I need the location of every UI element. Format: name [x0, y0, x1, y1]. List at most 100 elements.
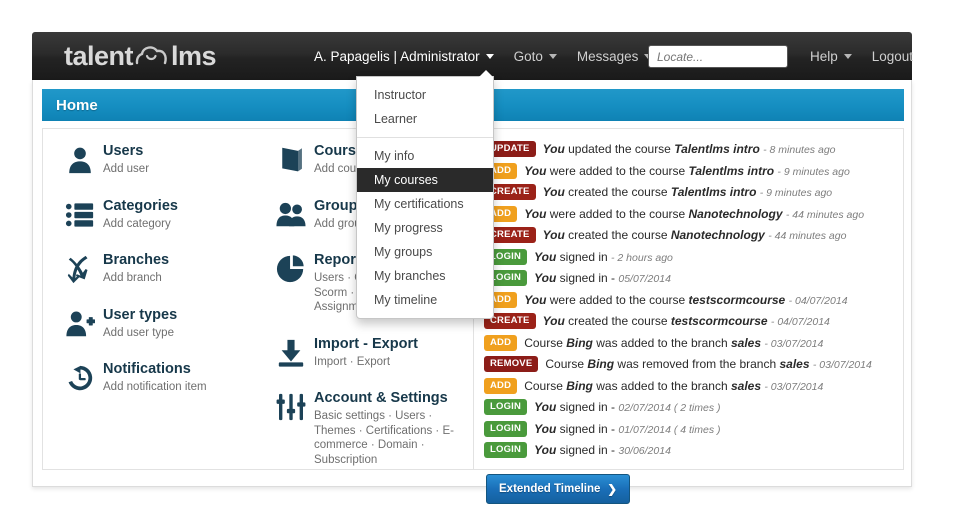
menu-entry-title[interactable]: Branches — [103, 252, 169, 269]
user-plus-icon — [57, 307, 103, 339]
dropdown-item-my-groups[interactable]: My groups — [357, 240, 493, 264]
timeline-object[interactable]: Talentlms intro — [689, 164, 775, 178]
timeline-row: LOGIN You signed in - 01/07/2014 ( 4 time… — [484, 420, 903, 437]
user-icon — [57, 143, 103, 175]
timeline-text: You signed in - 05/07/2014 — [534, 271, 671, 285]
dropdown-item-instructor[interactable]: Instructor — [357, 83, 493, 107]
timeline-row: CREATE You created the course Nanotechnol… — [484, 227, 903, 243]
timeline-badge: REMOVE — [484, 356, 539, 372]
book-icon — [268, 143, 314, 175]
menu-entry-account-settings[interactable]: Account & Settings Basic settings · Users… — [268, 390, 473, 467]
timeline-list: UPDATE You updated the course Talentlms i… — [484, 141, 903, 458]
timeline-actor: You — [542, 185, 565, 199]
nav-user-menu[interactable]: A. Papagelis | Administrator — [304, 32, 504, 80]
nav-user-menu-label: A. Papagelis | Administrator — [314, 48, 480, 64]
nav-goto[interactable]: Goto — [504, 32, 567, 80]
menu-entry-branches[interactable]: Branches Add branch — [57, 252, 258, 286]
menu-entry-title[interactable]: Notifications — [103, 361, 207, 378]
top-navigation-bar: talent lms A. Papagelis | Administrator … — [32, 32, 913, 80]
nav-help-label: Help — [810, 48, 838, 64]
timeline-object[interactable]: testscormcourse — [689, 293, 786, 307]
timeline-badge: LOGIN — [484, 420, 528, 437]
nav-logout[interactable]: Logout — [862, 32, 923, 80]
dropdown-item-my-branches[interactable]: My branches — [357, 264, 493, 288]
timeline-actor: Bing — [587, 357, 615, 371]
menu-entry-title[interactable]: Account & Settings — [314, 390, 464, 407]
menu-entry-title[interactable]: User types — [103, 307, 177, 324]
dropdown-item-my-info[interactable]: My info — [357, 144, 493, 168]
timeline-text: You signed in - 2 hours ago — [534, 249, 673, 264]
menu-entry-import-export[interactable]: Import - Export Import · Export — [268, 336, 473, 370]
clock-history-icon — [57, 361, 103, 393]
group-icon — [268, 198, 314, 230]
menu-entry-sublinks[interactable]: Add category — [103, 217, 178, 232]
dropdown-item-my-timeline[interactable]: My timeline — [357, 288, 493, 312]
timeline-row: ADD You were added to the course Talentlm… — [484, 162, 903, 179]
brand-logo[interactable]: talent lms — [64, 41, 217, 72]
menu-entry-title[interactable]: Categories — [103, 198, 178, 215]
menu-entry-sublinks[interactable]: Add branch — [103, 271, 169, 286]
menu-entry-text: User types Add user type — [103, 307, 177, 341]
timeline-text: You signed in - 02/07/2014 ( 2 times ) — [534, 400, 721, 414]
nav-help[interactable]: Help — [800, 32, 862, 80]
nav-messages-label: Messages — [576, 48, 639, 64]
timeline-actor: You — [534, 400, 557, 414]
menu-entry-sublinks[interactable]: Import · Export — [314, 355, 418, 370]
timeline-object[interactable]: Talentlms intro — [674, 142, 760, 156]
timeline-text: Course Bing was removed from the branch … — [545, 357, 872, 371]
timeline-text: You were added to the course Nanotechnol… — [524, 206, 865, 221]
timeline-object[interactable]: sales — [779, 357, 809, 371]
timeline-timestamp: - 44 minutes ago — [785, 208, 865, 221]
timeline-actor: You — [534, 249, 557, 264]
timeline-object[interactable]: Nanotechnology — [689, 207, 783, 221]
chevron-down-icon — [843, 53, 852, 59]
timeline-text: You signed in - 01/07/2014 ( 4 times ) — [534, 421, 721, 436]
menu-entry-sublinks[interactable]: Add user — [103, 162, 149, 177]
timeline-row: ADD You were added to the course testscor… — [484, 291, 903, 308]
timeline-row: ADD You were added to the course Nanotech… — [484, 205, 903, 222]
menu-entry-text: Import - Export Import · Export — [314, 336, 418, 370]
timeline-timestamp: - 03/07/2014 — [812, 359, 872, 371]
menu-entry-categories[interactable]: Categories Add category — [57, 198, 258, 232]
branches-icon — [57, 252, 103, 284]
timeline-object[interactable]: testscormcourse — [671, 314, 768, 328]
timeline-row: UPDATE You updated the course Talentlms i… — [484, 141, 903, 157]
timeline-text: Course Bing was added to the branch sale… — [524, 335, 824, 350]
nav-goto-label: Goto — [513, 48, 543, 64]
menu-entry-sublinks[interactable]: Add user type — [103, 326, 177, 341]
timeline-object[interactable]: Talentlms intro — [671, 185, 757, 199]
timeline-object[interactable]: sales — [731, 336, 761, 350]
extended-timeline-button[interactable]: Extended Timeline ❯ — [486, 473, 631, 504]
timeline-timestamp: 02/07/2014 ( 2 times ) — [618, 402, 721, 414]
menu-entry-text: Users Add user — [103, 143, 149, 177]
menu-entry-users[interactable]: Users Add user — [57, 143, 258, 177]
timeline-row: LOGIN You signed in - 30/06/2014 — [484, 442, 903, 458]
brand-name-part1: talent — [64, 41, 134, 71]
timeline-row: ADD Course Bing was added to the branch s… — [484, 334, 903, 351]
menu-entry-text: Branches Add branch — [103, 252, 169, 286]
timeline-text: You signed in - 30/06/2014 — [534, 443, 671, 457]
dropdown-item-learner[interactable]: Learner — [357, 107, 493, 131]
timeline-column: UPDATE You updated the course Talentlms i… — [473, 129, 903, 504]
search-input[interactable] — [648, 45, 788, 68]
menu-entry-user-types[interactable]: User types Add user type — [57, 307, 258, 341]
timeline-object[interactable]: sales — [731, 379, 761, 393]
dropdown-group-roles: Instructor Learner — [357, 83, 493, 131]
menu-entry-sublinks[interactable]: Basic settings · Users · Themes · Certif… — [314, 409, 464, 467]
timeline-timestamp: - 04/07/2014 — [788, 294, 848, 307]
menu-entry-notifications[interactable]: Notifications Add notification item — [57, 361, 258, 395]
menu-entry-title[interactable]: Import - Export — [314, 336, 418, 353]
timeline-timestamp: - 8 minutes ago — [763, 144, 836, 156]
timeline-text: You updated the course Talentlms intro -… — [542, 142, 836, 156]
menu-entry-sublinks[interactable]: Add notification item — [103, 380, 207, 395]
timeline-object[interactable]: Nanotechnology — [671, 228, 765, 242]
menu-entry-title[interactable]: Users — [103, 143, 149, 160]
timeline-text: Course Bing was added to the branch sale… — [524, 378, 824, 393]
dropdown-item-my-certifications[interactable]: My certifications — [357, 192, 493, 216]
timeline-timestamp: 05/07/2014 — [618, 273, 671, 285]
timeline-actor: You — [542, 142, 565, 156]
menu-entry-text: Notifications Add notification item — [103, 361, 207, 395]
dropdown-item-my-courses[interactable]: My courses — [357, 168, 493, 192]
dropdown-item-my-progress[interactable]: My progress — [357, 216, 493, 240]
timeline-row: CREATE You created the course testscormco… — [484, 313, 903, 329]
